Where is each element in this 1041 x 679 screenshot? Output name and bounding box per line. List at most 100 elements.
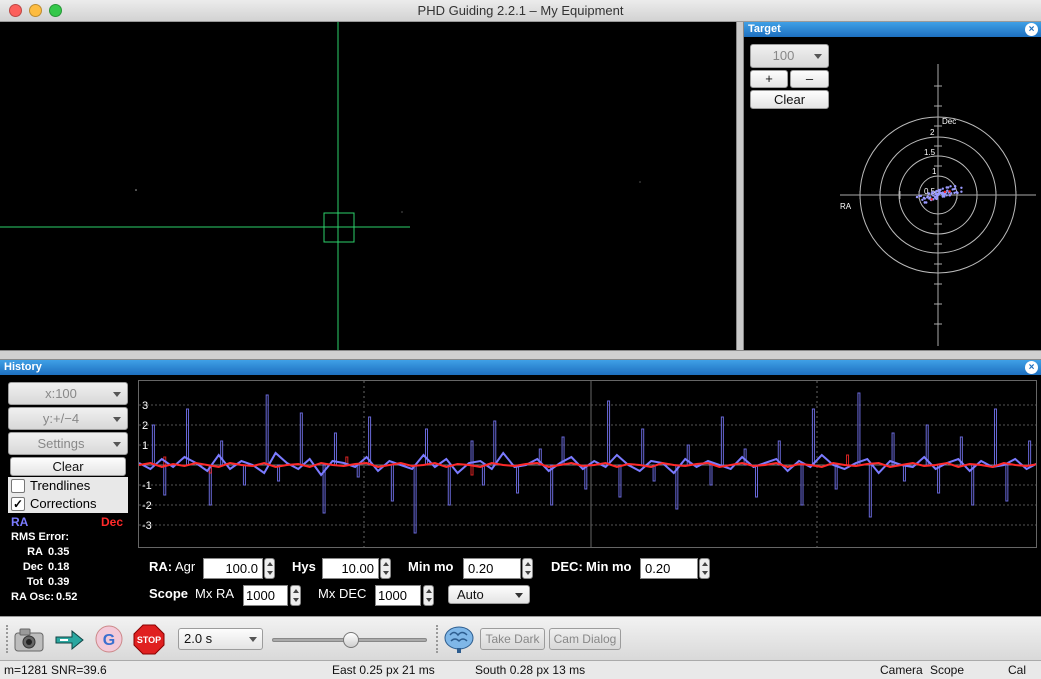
corrections-label: Corrections	[30, 496, 97, 511]
ra-osc-value: 0.52	[56, 591, 78, 603]
chevron-down-icon	[113, 416, 121, 422]
stop-icon[interactable]: STOP	[132, 623, 166, 655]
camera-image	[0, 22, 641, 350]
auto-select-star-icon[interactable]	[52, 623, 86, 655]
max-dec-duration-stepper[interactable]	[423, 585, 434, 606]
rms-tot-value: 0.39	[48, 576, 70, 588]
exposure-value: 2.0 s	[184, 631, 213, 646]
max-dec-duration-input[interactable]: 1000	[375, 585, 421, 606]
rms-ra-value: 0.35	[48, 546, 70, 558]
take-dark-button[interactable]: Take Dark	[480, 628, 545, 650]
correction-bar-ra	[333, 432, 337, 466]
correction-bar-ra	[186, 408, 190, 466]
background-star	[135, 189, 137, 191]
target-point	[953, 191, 956, 195]
corrections-box[interactable]: ✓	[11, 497, 25, 511]
ra-min-move-input[interactable]: 0.20	[463, 558, 521, 579]
history-graph-svg: 3 2 1 -1 -2 -3	[139, 381, 1036, 547]
background-star	[639, 181, 641, 183]
target-axis-dec-label: Dec	[942, 117, 956, 126]
correction-bar-ra	[709, 464, 713, 486]
correction-bar-ra	[151, 424, 155, 466]
window-minimize-button[interactable]	[29, 4, 42, 17]
max-ra-duration-stepper[interactable]	[290, 585, 301, 606]
dec-minmo-label: Min mo	[586, 559, 632, 574]
correction-bar-ra	[493, 420, 497, 466]
correction-bar-ra	[652, 464, 656, 482]
brain-icon[interactable]	[442, 623, 476, 655]
settings-label: Settings	[37, 436, 85, 451]
ra-legend: RA	[11, 515, 29, 529]
ra-aggressiveness-stepper[interactable]	[264, 558, 275, 579]
ring-label-2: 2	[930, 128, 935, 137]
corrections-checkbox[interactable]: ✓ Corrections	[8, 495, 128, 513]
title-bar: PHD Guiding 2.2.1 – My Equipment	[0, 0, 1041, 22]
camera-view[interactable]	[0, 22, 736, 350]
rms-dec-value: 0.18	[48, 561, 70, 573]
target-point	[935, 189, 938, 193]
history-graph: 3 2 1 -1 -2 -3	[138, 380, 1037, 548]
target-point	[943, 195, 946, 198]
exposure-select[interactable]: 2.0 s	[178, 628, 263, 650]
target-close-icon[interactable]: ×	[1025, 23, 1038, 36]
dec-section-label: DEC:	[551, 559, 583, 574]
ra-min-move-stepper[interactable]	[522, 558, 533, 579]
ra-hysteresis-stepper[interactable]	[380, 558, 391, 579]
correction-bar-ra	[857, 392, 861, 466]
window-close-button[interactable]	[9, 4, 22, 17]
dec-min-move-input[interactable]: 0.20	[640, 558, 698, 579]
history-close-icon[interactable]: ×	[1025, 361, 1038, 374]
correction-bar-ra	[755, 464, 759, 498]
target-point	[941, 191, 944, 194]
target-pane: Target × 100 + – Clear Dec RA 2 1.5 1 0.…	[744, 22, 1041, 350]
y-tick-label: -3	[142, 520, 152, 532]
cam-dialog-button[interactable]: Cam Dialog	[549, 628, 621, 650]
gamma-slider[interactable]	[272, 632, 427, 648]
chevron-down-icon	[249, 637, 257, 642]
dec-min-move-stepper[interactable]	[699, 558, 710, 579]
target-plot: Dec RA 2 1.5 1 0.5	[840, 64, 1036, 346]
target-point	[932, 194, 935, 197]
status-star-info: m=1281 SNR=39.6	[4, 663, 107, 677]
toolbar-grip	[6, 625, 9, 653]
window-zoom-button[interactable]	[49, 4, 62, 17]
correction-bar-ra	[163, 464, 167, 496]
ra-aggressiveness-input[interactable]: 100.0	[203, 558, 263, 579]
y-scale-value: y:+/−4	[42, 411, 80, 426]
vertical-splitter[interactable]	[736, 22, 744, 350]
correction-bar-ra	[356, 464, 360, 478]
y-scale-select[interactable]: y:+/−4	[8, 407, 128, 430]
target-point	[925, 201, 928, 204]
ra-hysteresis-input[interactable]: 10.00	[322, 558, 379, 579]
correction-bar-ra	[937, 464, 941, 494]
correction-bar-ra	[481, 464, 485, 486]
dec-mode-select[interactable]: Auto	[448, 585, 530, 604]
status-ra-guide: East 0.25 px 21 ms	[332, 663, 435, 677]
trendlines-checkbox[interactable]: Trendlines	[8, 477, 128, 495]
correction-bar-ra	[800, 464, 804, 506]
history-header: History ×	[0, 360, 1041, 375]
guide-icon[interactable]: G	[92, 623, 126, 655]
scope-label: Scope	[149, 586, 189, 601]
correction-bar-dec	[846, 454, 850, 466]
x-scale-select[interactable]: x:100	[8, 382, 128, 405]
trendlines-box[interactable]	[11, 479, 25, 493]
hys-label: Hys	[292, 559, 316, 574]
horizontal-splitter[interactable]	[0, 350, 1041, 360]
status-bar: m=1281 SNR=39.6 East 0.25 px 21 ms South…	[0, 660, 1041, 679]
correction-bar-ra	[299, 412, 303, 466]
loop-camera-icon[interactable]	[12, 623, 46, 655]
settings-select[interactable]: Settings	[8, 432, 128, 455]
correction-bar-ra	[1005, 464, 1009, 502]
toolbar: G STOP 2.0 s Take Dark Cam Dialog	[0, 616, 1041, 660]
max-ra-duration-input[interactable]: 1000	[243, 585, 288, 606]
target-point	[918, 194, 921, 198]
ring-label-1-5: 1.5	[924, 148, 936, 157]
target-point	[946, 189, 949, 192]
history-clear-button[interactable]: Clear	[10, 457, 126, 476]
target-point	[930, 198, 933, 201]
gamma-slider-knob[interactable]	[342, 632, 359, 648]
history-header-label: History	[4, 361, 42, 373]
correction-bar-ra	[390, 464, 394, 502]
correction-bar-ra	[641, 428, 645, 466]
